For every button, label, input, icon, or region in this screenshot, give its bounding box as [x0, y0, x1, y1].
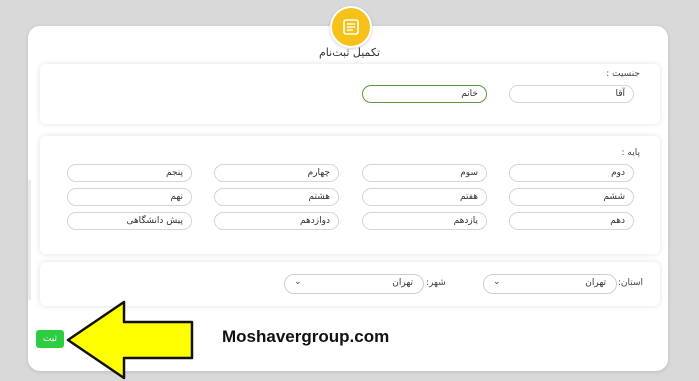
arrow-left-icon	[66, 300, 194, 380]
grade-option[interactable]: هشتم	[214, 188, 339, 206]
grade-option[interactable]: دهم	[509, 212, 634, 230]
watermark-text: Moshavergroup.com	[222, 327, 390, 346]
grade-label: پایه :	[621, 148, 640, 158]
province-value: تهران	[585, 278, 606, 288]
grade-option[interactable]: پیش دانشگاهی	[67, 212, 192, 230]
province-select[interactable]: تهران ⌄	[483, 274, 617, 294]
gender-option-female[interactable]: خانم	[362, 85, 487, 103]
gender-option-male[interactable]: آقا	[509, 85, 634, 103]
city-select[interactable]: تهران ⌄	[284, 274, 424, 294]
gender-label: جنسیت :	[606, 69, 640, 79]
submit-button[interactable]: ثبت	[36, 330, 64, 348]
grade-option[interactable]: چهارم	[214, 164, 339, 182]
grade-option[interactable]: پنجم	[67, 164, 192, 182]
page-title: تکمیل ثبت‌نام	[318, 46, 381, 59]
grade-option[interactable]: سوم	[362, 164, 487, 182]
chevron-down-icon: ⌄	[294, 277, 302, 287]
city-value: تهران	[392, 278, 413, 288]
scrollbar[interactable]	[28, 180, 31, 300]
grade-option[interactable]: یازدهم	[362, 212, 487, 230]
chevron-down-icon: ⌄	[493, 277, 501, 287]
grade-option[interactable]: دوازدهم	[214, 212, 339, 230]
grade-option[interactable]: هفتم	[362, 188, 487, 206]
grade-option[interactable]: دوم	[509, 164, 634, 182]
province-label: استان:	[617, 278, 643, 288]
city-label: شهر:	[426, 278, 446, 288]
form-icon	[343, 19, 359, 35]
form-badge	[330, 6, 372, 48]
grade-option[interactable]: ششم	[509, 188, 634, 206]
grade-option[interactable]: نهم	[67, 188, 192, 206]
